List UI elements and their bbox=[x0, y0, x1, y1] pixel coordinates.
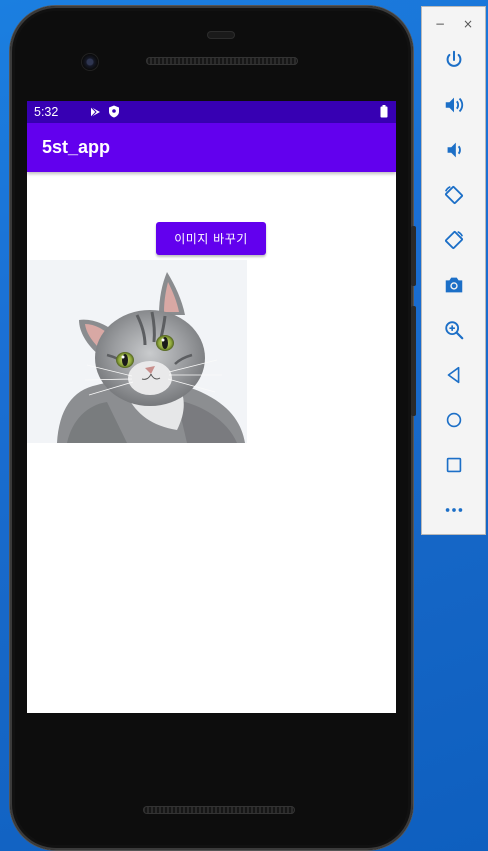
bottom-speaker bbox=[143, 806, 295, 814]
home-icon[interactable] bbox=[442, 408, 466, 432]
volume-up-icon[interactable] bbox=[442, 93, 466, 117]
play-store-icon bbox=[89, 106, 101, 121]
back-icon[interactable] bbox=[442, 363, 466, 387]
more-icon[interactable] bbox=[442, 498, 466, 522]
close-button[interactable]: × bbox=[461, 17, 475, 31]
screenshot-icon[interactable] bbox=[442, 273, 466, 297]
power-icon[interactable] bbox=[442, 48, 466, 72]
app-bar: 5st_app bbox=[27, 123, 396, 172]
zoom-icon[interactable] bbox=[442, 318, 466, 342]
overview-icon[interactable] bbox=[442, 453, 466, 477]
volume-down-icon[interactable] bbox=[442, 138, 466, 162]
cat-image bbox=[27, 260, 247, 443]
status-bar: 5:32 bbox=[27, 101, 396, 123]
change-image-button[interactable]: 이미지 바꾸기 bbox=[156, 222, 266, 255]
volume-side-button bbox=[411, 306, 416, 416]
device-screen: 5:32 5st_app 이미지 바꾸기 bbox=[27, 101, 396, 713]
top-sensor bbox=[207, 31, 235, 39]
emulator-toolbar: − × bbox=[421, 6, 486, 535]
power-side-button bbox=[411, 226, 416, 286]
rotate-left-icon[interactable] bbox=[442, 183, 466, 207]
minimize-button[interactable]: − bbox=[433, 17, 447, 31]
rotate-right-icon[interactable] bbox=[442, 228, 466, 252]
status-time: 5:32 bbox=[34, 105, 59, 119]
battery-icon bbox=[380, 105, 388, 121]
app-title: 5st_app bbox=[42, 137, 111, 157]
top-speaker bbox=[146, 57, 298, 65]
front-camera bbox=[82, 54, 98, 70]
shield-icon bbox=[108, 105, 120, 121]
